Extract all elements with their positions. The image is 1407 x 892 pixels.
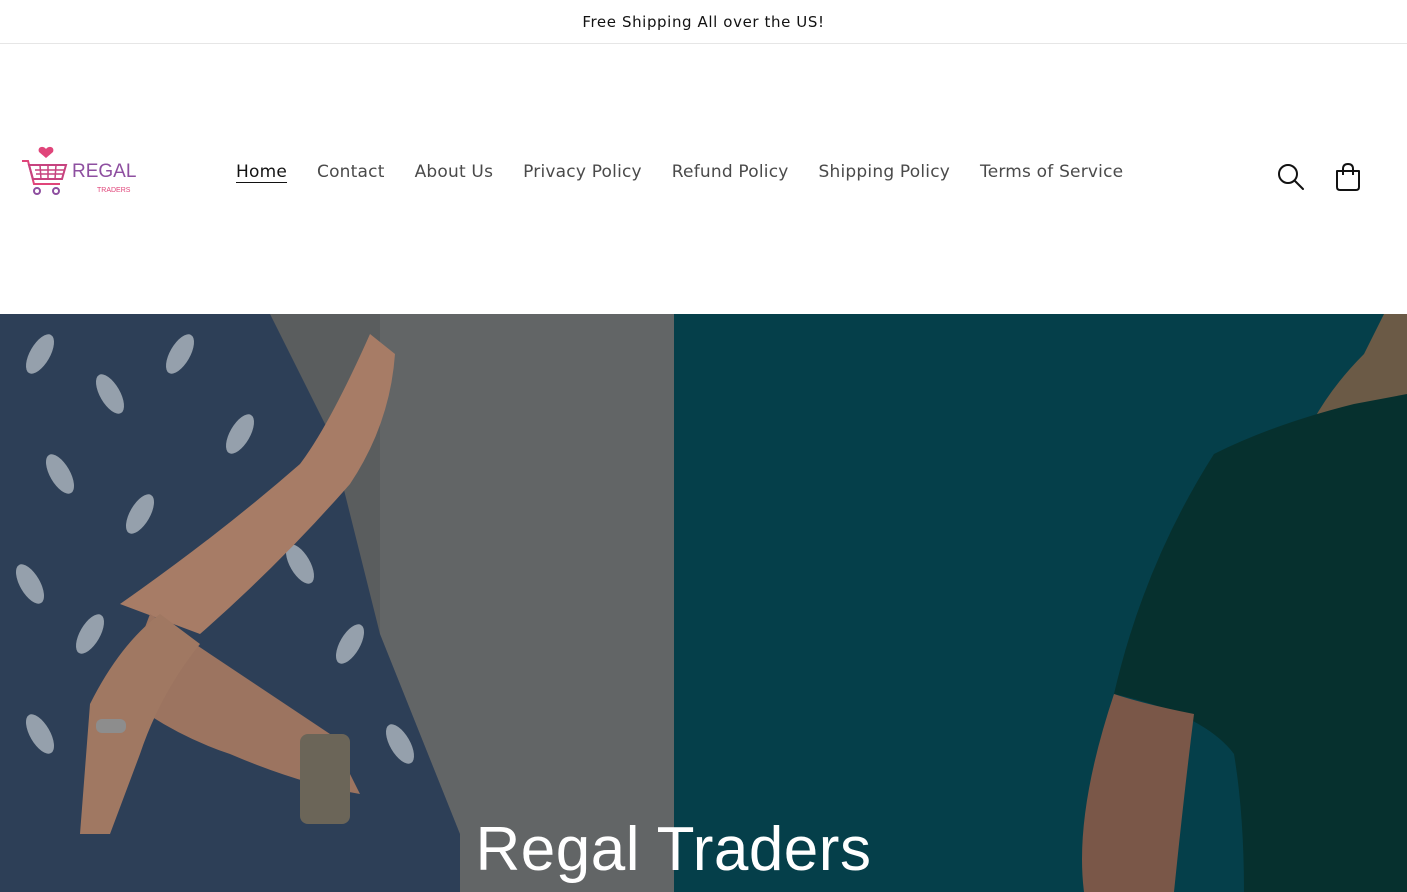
hero-photo-right (674, 314, 1407, 892)
main-nav: Home Contact About Us Privacy Policy Ref… (236, 162, 1153, 182)
logo-cart-icon: REGAL TRADERS (22, 146, 136, 195)
svg-text:REGAL: REGAL (72, 161, 136, 182)
hero-image-right (674, 314, 1407, 892)
announcement-bar: Free Shipping All over the US! (0, 0, 1407, 44)
nav-about-us[interactable]: About Us (415, 162, 494, 182)
cart-icon[interactable] (1333, 162, 1363, 192)
nav-contact[interactable]: Contact (317, 162, 385, 182)
nav-privacy-policy[interactable]: Privacy Policy (523, 162, 642, 182)
hero-title: Regal Traders (475, 815, 872, 884)
nav-home[interactable]: Home (236, 162, 287, 182)
svg-text:TRADERS: TRADERS (97, 187, 131, 194)
hero-image-left (0, 314, 674, 892)
hero-photo-left (0, 314, 674, 892)
site-header: REGAL TRADERS Home Contact About Us Priv… (0, 44, 1407, 314)
search-icon[interactable] (1276, 162, 1306, 192)
logo[interactable]: REGAL TRADERS (20, 144, 140, 200)
announcement-text: Free Shipping All over the US! (582, 12, 825, 31)
nav-terms-of-service[interactable]: Terms of Service (980, 162, 1123, 182)
nav-refund-policy[interactable]: Refund Policy (672, 162, 789, 182)
nav-shipping-policy[interactable]: Shipping Policy (819, 162, 950, 182)
hero-banner: Regal Traders (0, 314, 1407, 892)
header-icons (1276, 162, 1363, 192)
